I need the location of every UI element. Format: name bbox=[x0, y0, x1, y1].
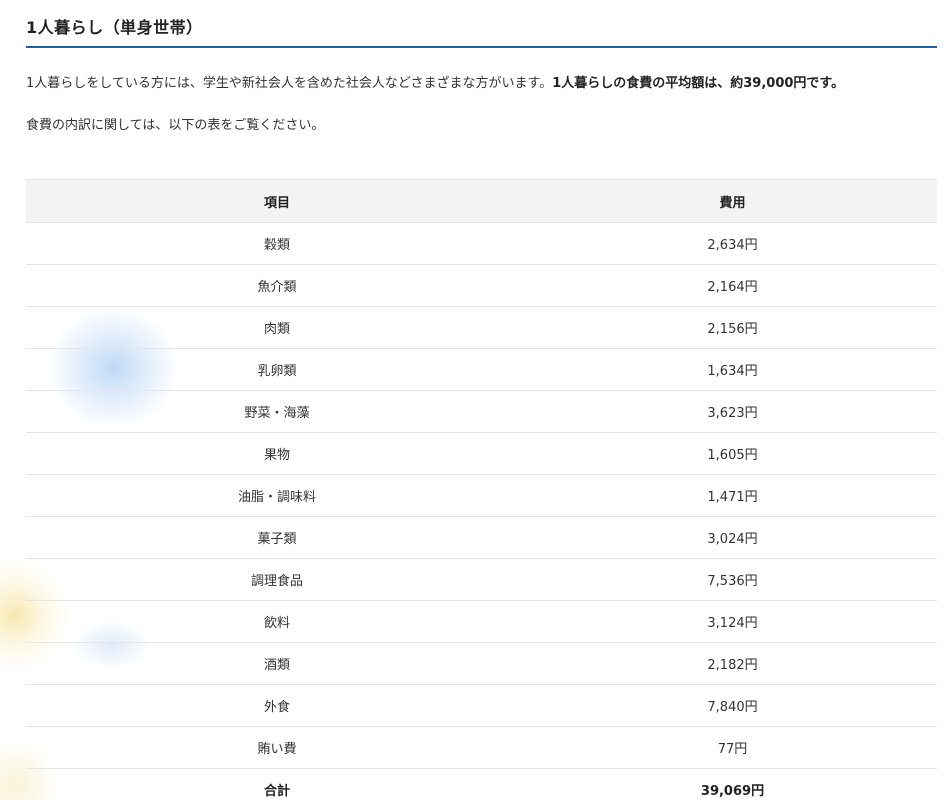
table-row: 油脂・調味料 1,471円 bbox=[26, 474, 937, 517]
title-underline bbox=[26, 46, 937, 48]
row-item: 魚介類 bbox=[26, 264, 528, 307]
table-row: 肉類 2,156円 bbox=[26, 306, 937, 349]
food-cost-table: 項目 費用 穀類 2,634円 魚介類 2,164円 肉類 2,156円 乳卵類… bbox=[26, 179, 937, 800]
row-cost: 3,024円 bbox=[528, 516, 937, 559]
row-cost: 2,634円 bbox=[528, 222, 937, 265]
row-cost: 2,156円 bbox=[528, 306, 937, 349]
row-cost: 3,623円 bbox=[528, 390, 937, 433]
intro-highlight: 1人暮らしの食費の平均額は、約39,000円です。 bbox=[552, 76, 845, 91]
row-item: 肉類 bbox=[26, 306, 528, 349]
row-item: 油脂・調味料 bbox=[26, 474, 528, 517]
header-cost: 費用 bbox=[528, 179, 937, 223]
table-row: 飲料 3,124円 bbox=[26, 600, 937, 643]
table-row: 外食 7,840円 bbox=[26, 684, 937, 727]
row-cost: 2,164円 bbox=[528, 264, 937, 307]
intro-paragraph: 1人暮らしをしている方には、学生や新社会人を含めた社会人などさまざまな方がいます… bbox=[26, 75, 844, 93]
row-item: 果物 bbox=[26, 432, 528, 475]
row-cost: 2,182円 bbox=[528, 642, 937, 685]
total-cost: 39,069円 bbox=[700, 784, 765, 799]
table-total-row: 合計 39,069円 bbox=[26, 769, 937, 800]
row-item: 菓子類 bbox=[26, 516, 528, 559]
row-item: 外食 bbox=[26, 684, 528, 727]
table-row: 菓子類 3,024円 bbox=[26, 516, 937, 559]
row-item: 酒類 bbox=[26, 642, 528, 685]
breakdown-note: 食費の内訳に関しては、以下の表をご覧ください。 bbox=[26, 118, 325, 133]
table-row: 調理食品 7,536円 bbox=[26, 558, 937, 601]
row-cost: 1,605円 bbox=[528, 432, 937, 475]
table-header-row: 項目 費用 bbox=[26, 179, 937, 223]
row-item: 穀類 bbox=[26, 222, 528, 265]
row-item: 賄い費 bbox=[26, 726, 528, 769]
table-row: 魚介類 2,164円 bbox=[26, 264, 937, 307]
row-cost: 7,840円 bbox=[528, 684, 937, 727]
total-label: 合計 bbox=[263, 784, 290, 799]
header-item: 項目 bbox=[26, 179, 528, 223]
row-item: 乳卵類 bbox=[26, 348, 528, 391]
row-item: 野菜・海藻 bbox=[26, 390, 528, 433]
row-cost: 77円 bbox=[528, 726, 937, 769]
row-cost: 3,124円 bbox=[528, 600, 937, 643]
page: 1人暮らし（単身世帯） 1人暮らしをしている方には、学生や新社会人を含めた社会人… bbox=[0, 0, 949, 800]
table-row: 穀類 2,634円 bbox=[26, 222, 937, 265]
table-row: 酒類 2,182円 bbox=[26, 642, 937, 685]
row-cost: 1,634円 bbox=[528, 348, 937, 391]
row-item: 調理食品 bbox=[26, 558, 528, 601]
table-row: 乳卵類 1,634円 bbox=[26, 348, 937, 391]
row-cost: 1,471円 bbox=[528, 474, 937, 517]
section-title: 1人暮らし（単身世帯） bbox=[26, 18, 203, 37]
table-row: 果物 1,605円 bbox=[26, 432, 937, 475]
row-item: 飲料 bbox=[26, 600, 528, 643]
row-cost: 7,536円 bbox=[528, 558, 937, 601]
table-row: 野菜・海藻 3,623円 bbox=[26, 390, 937, 433]
table-row: 賄い費 77円 bbox=[26, 726, 937, 769]
intro-text: 1人暮らしをしている方には、学生や新社会人を含めた社会人などさまざまな方がいます… bbox=[26, 76, 553, 91]
